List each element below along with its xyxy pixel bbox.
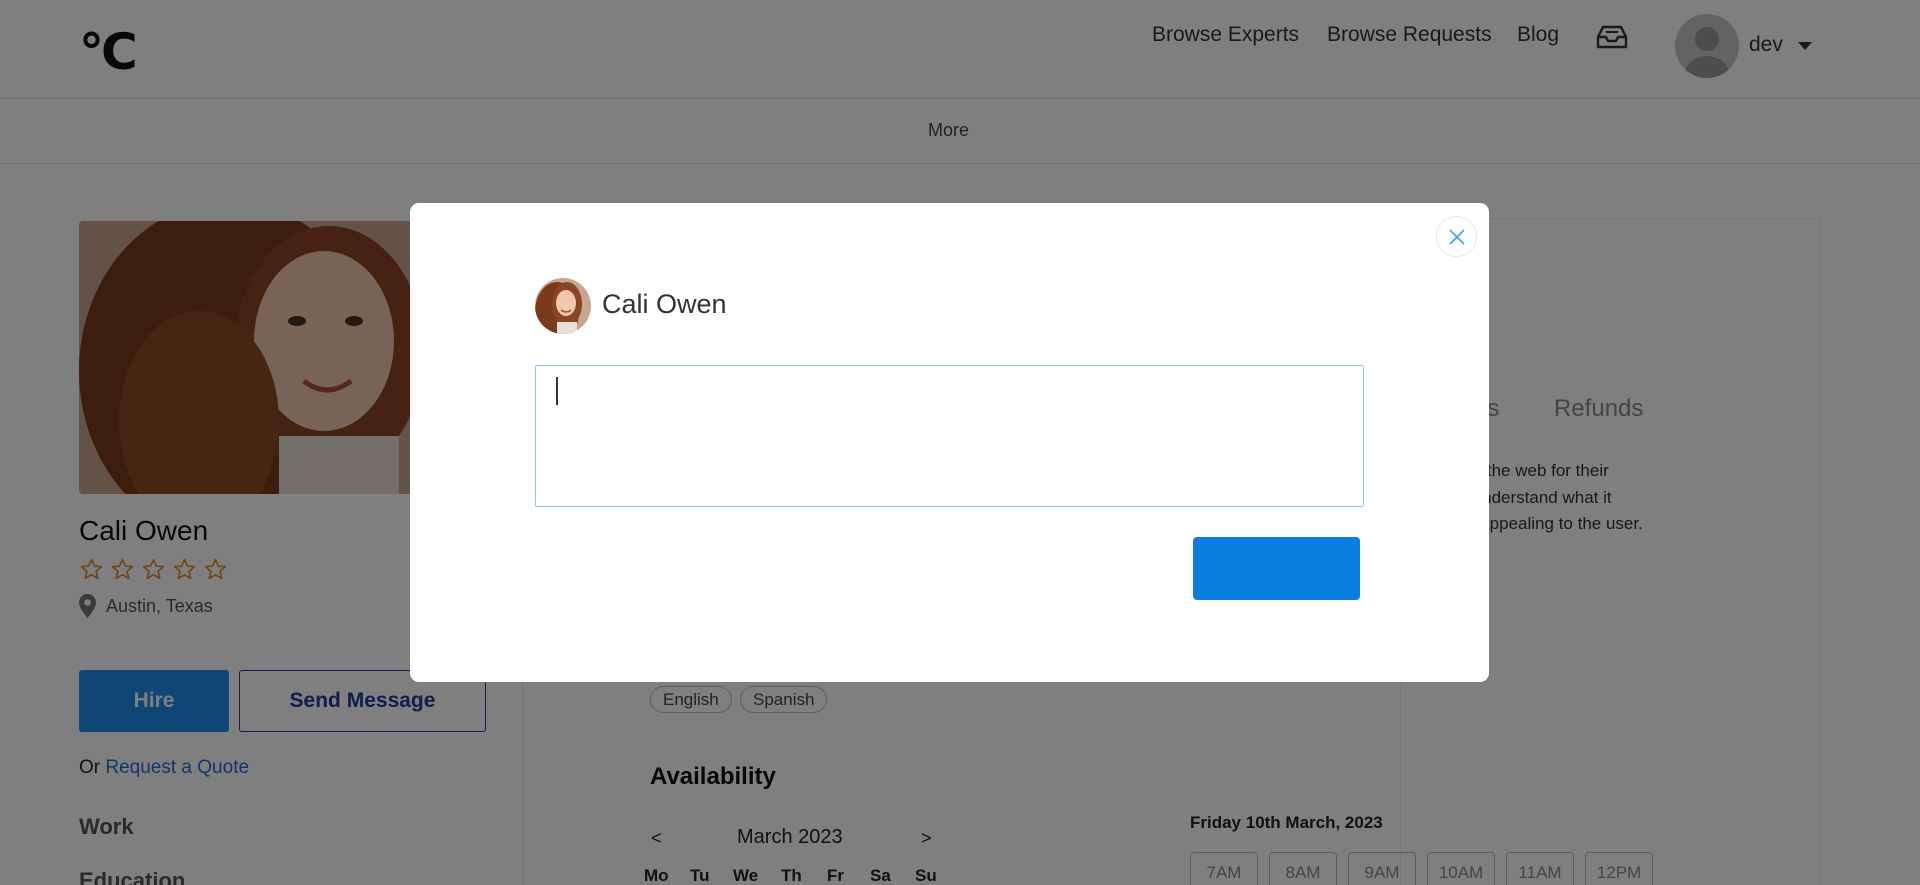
text-cursor xyxy=(556,377,558,405)
close-icon xyxy=(1448,228,1465,245)
close-button[interactable] xyxy=(1436,216,1477,257)
recipient-name: Cali Owen xyxy=(602,289,727,319)
send-message-modal: Cali Owen xyxy=(410,203,1489,682)
send-button[interactable] xyxy=(1193,537,1360,600)
message-textarea[interactable] xyxy=(535,365,1364,507)
recipient-avatar xyxy=(535,278,591,334)
